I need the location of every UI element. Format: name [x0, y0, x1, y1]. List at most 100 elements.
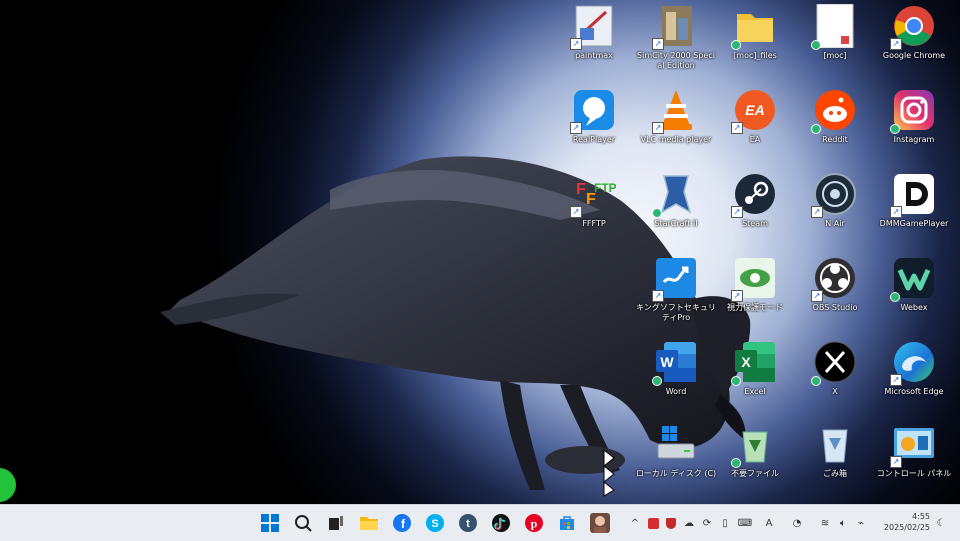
- desktop-icon-obs[interactable]: ↗ OBS Studio: [794, 256, 876, 313]
- desktop-icon-webex[interactable]: Webex: [873, 256, 955, 313]
- desktop-icon-edge[interactable]: ↗ Microsoft Edge: [873, 340, 955, 397]
- shortcut-arrow-icon: ↗: [890, 206, 902, 218]
- icon-label: キングソフトセキュリティPro: [636, 303, 716, 322]
- realplayer-icon: ↗: [570, 88, 616, 134]
- desktop-icon-nair[interactable]: ↗ N Air: [794, 172, 876, 229]
- desktop-icon-steam[interactable]: ↗ Steam: [714, 172, 796, 229]
- desktop-icon-recycle[interactable]: ごみ箱: [794, 422, 876, 479]
- desktop-icon-ea[interactable]: EA ↗ EA: [714, 88, 796, 145]
- sync-check-icon: [890, 124, 900, 134]
- timer-icon: ◔: [792, 517, 802, 529]
- desktop-icon-moc-files[interactable]: [moc]_files: [714, 4, 796, 61]
- desktop-icon-excel[interactable]: X Excel: [714, 340, 796, 397]
- facebook-button[interactable]: f: [391, 512, 413, 534]
- desktop-icon-localdisk[interactable]: ローカル ディスク (C): [635, 422, 717, 479]
- shortcut-arrow-icon: ↗: [570, 38, 582, 50]
- shortcut-arrow-icon: ↗: [570, 206, 582, 218]
- taskbar: f S t p ^ ☁ ⟳ ▯ ⌨ A ◔ ≋ 🔈︎ ⌁ 4:55 2025/0…: [0, 504, 960, 541]
- svg-text:p: p: [531, 517, 538, 531]
- recycle-bin-icon: [813, 422, 857, 466]
- volume-button[interactable]: 🔈︎: [836, 515, 850, 531]
- desktop-icon-vlc[interactable]: ↗ VLC media player: [635, 88, 717, 145]
- icon-label: paintmax: [575, 51, 613, 60]
- tiktok-button[interactable]: [490, 512, 512, 534]
- tray-app-keyboard[interactable]: ⌨: [738, 515, 752, 531]
- desktop-icon-ffftp[interactable]: F F FTP ↗ FFFTP: [553, 172, 635, 229]
- desktop-icon-moc[interactable]: [moc]: [794, 3, 876, 61]
- show-hidden-icons-button[interactable]: ^: [628, 515, 642, 531]
- ime-mode-button[interactable]: A: [762, 515, 776, 531]
- desktop-icon-x[interactable]: X: [794, 340, 876, 397]
- tray-app-cloud[interactable]: ☁: [682, 515, 696, 531]
- svg-text:t: t: [466, 518, 470, 530]
- icon-label: DMMGamePlayer: [879, 219, 949, 228]
- notifications-button[interactable]: ☾: [934, 515, 948, 531]
- shortcut-arrow-icon: ↗: [811, 290, 823, 302]
- shield-icon: [666, 517, 676, 529]
- desktop-icon-reddit[interactable]: Reddit: [794, 88, 876, 145]
- icon-label: RealPlayer: [572, 135, 616, 144]
- svg-text:W: W: [660, 354, 674, 370]
- desktop-icon-realplayer[interactable]: ↗ RealPlayer: [553, 88, 635, 145]
- drive-icon: [654, 422, 698, 466]
- desktop-icon-paintmax[interactable]: ↗ paintmax: [553, 4, 635, 61]
- store-button[interactable]: [556, 512, 578, 534]
- icon-label: Excel: [744, 387, 766, 396]
- desktop-icon-dmm[interactable]: ↗ DMMGamePlayer: [873, 172, 955, 229]
- windows-logo-icon: [261, 514, 279, 532]
- tray-app-sync[interactable]: ⟳: [700, 515, 714, 531]
- chevron-up-icon: ^: [630, 517, 640, 529]
- icon-label: Word: [665, 387, 687, 396]
- file-explorer-button[interactable]: [358, 512, 380, 534]
- shortcut-arrow-icon: ↗: [731, 122, 743, 134]
- tiktok-icon: [492, 514, 510, 532]
- shortcut-arrow-icon: ↗: [890, 374, 902, 386]
- pinterest-button[interactable]: p: [523, 512, 545, 534]
- svg-text:S: S: [431, 518, 438, 530]
- clock[interactable]: 4:55 2025/02/25: [878, 511, 930, 533]
- tray-app-shield[interactable]: [664, 515, 678, 531]
- icon-label: ローカル ディスク (C): [635, 469, 717, 478]
- tray-app-clock[interactable]: ◔: [790, 515, 804, 531]
- search-button[interactable]: [292, 512, 314, 534]
- tray-app-red[interactable]: [646, 515, 660, 531]
- icon-label: Webex: [900, 303, 928, 312]
- desktop-icon-chrome[interactable]: ↗ Google Chrome: [873, 4, 955, 61]
- wifi-button[interactable]: ≋: [818, 515, 832, 531]
- instagram-icon: [890, 88, 936, 134]
- skype-button[interactable]: S: [424, 512, 446, 534]
- start-button[interactable]: [259, 512, 281, 534]
- task-view-button[interactable]: [325, 512, 347, 534]
- shortcut-arrow-icon: ↗: [731, 206, 743, 218]
- desktop-icon-eyecare[interactable]: ↗ 視力保護モード: [714, 256, 796, 313]
- desktop-icon-starcraft[interactable]: StarCraft II: [635, 172, 717, 229]
- desktop-icon-control-panel[interactable]: ↗ コントロール パネル: [873, 422, 955, 479]
- tray-app-usb[interactable]: ▯: [718, 515, 732, 531]
- icon-label: コントロール パネル: [876, 469, 952, 478]
- desktop-icon-unneeded[interactable]: 不要ファイル: [714, 422, 796, 479]
- battery-button[interactable]: ⌁: [854, 515, 868, 531]
- icon-label: 視力保護モード: [727, 303, 783, 312]
- avatar-app-button[interactable]: [589, 512, 611, 534]
- store-icon: [560, 516, 574, 530]
- desktop-icon-instagram[interactable]: Instagram: [873, 88, 955, 145]
- icon-label: Reddit: [822, 135, 848, 144]
- sync-check-icon: [731, 376, 741, 386]
- clock-date: 2025/02/25: [883, 523, 930, 532]
- chrome-icon: ↗: [890, 4, 936, 50]
- simcity-icon: ↗: [652, 4, 698, 50]
- desktop-icon-kingsoft[interactable]: ↗ キングソフトセキュリティPro: [635, 256, 717, 323]
- sync-check-icon: [652, 208, 662, 218]
- ime-mode-indicator: A: [765, 517, 773, 529]
- starcraft-icon: [652, 172, 698, 218]
- tumblr-button[interactable]: t: [457, 512, 479, 534]
- shortcut-arrow-icon: ↗: [890, 456, 902, 468]
- desktop-icon-simcity[interactable]: ↗ SimCity 2000 Special Edition: [635, 4, 717, 71]
- sync-check-icon: [731, 458, 741, 468]
- desktop-icon-word[interactable]: W Word: [635, 340, 717, 397]
- edge-icon: ↗: [890, 340, 936, 386]
- adobe-icon: [647, 517, 659, 529]
- document-icon: [811, 3, 857, 50]
- shortcut-arrow-icon: ↗: [811, 206, 823, 218]
- icon-label: FFFTP: [582, 219, 606, 228]
